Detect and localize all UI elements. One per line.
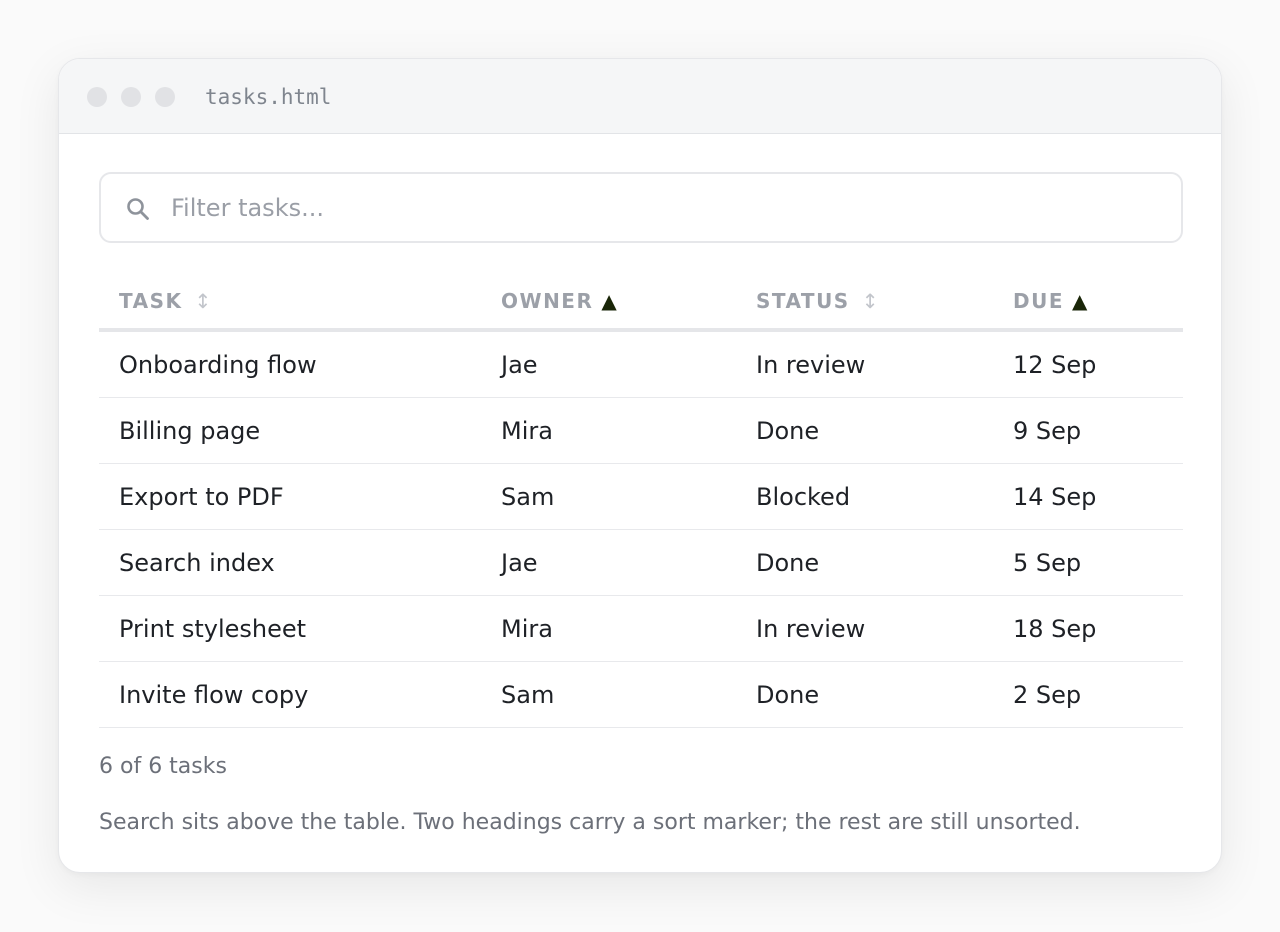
column-header-label: OWNER	[501, 288, 594, 313]
cell-task: Search index	[99, 529, 481, 596]
column-header-label: DUE	[1013, 288, 1065, 313]
window-minimize-dot[interactable]	[121, 87, 141, 107]
column-header-label: TASK	[119, 288, 183, 313]
sort-unsorted-icon: ↕	[861, 288, 879, 313]
cell-owner: Mira	[481, 397, 736, 464]
table-row: Print stylesheet Mira In review 18 Sep	[99, 595, 1183, 662]
column-header-label: STATUS	[756, 288, 850, 313]
cell-status: Done	[736, 529, 993, 596]
column-header-task[interactable]: TASK ↕	[99, 273, 481, 332]
sort-ascending-icon: ▲	[601, 288, 617, 313]
browser-window: tasks.html TASK ↕ OWNER ▲ STATUS ↕	[58, 58, 1222, 873]
window-close-dot[interactable]	[87, 87, 107, 107]
footer-note: Search sits above the table. Two heading…	[99, 810, 1081, 835]
cell-task: Invite flow copy	[99, 661, 481, 728]
cell-task: Print stylesheet	[99, 595, 481, 662]
task-count: 6 of 6 tasks	[99, 754, 227, 779]
page-content: TASK ↕ OWNER ▲ STATUS ↕ DUE ▲ Onboarding flo…	[99, 172, 1183, 838]
cell-due: 12 Sep	[993, 330, 1183, 398]
cell-status: Done	[736, 661, 993, 728]
cell-task: Onboarding flow	[99, 330, 481, 398]
table-row: Invite flow copy Sam Done 2 Sep	[99, 661, 1183, 728]
cell-owner: Sam	[481, 463, 736, 530]
table-row: Billing page Mira Done 9 Sep	[99, 397, 1183, 464]
cell-status: Blocked	[736, 463, 993, 530]
search-input[interactable]	[171, 174, 1151, 241]
cell-owner: Jae	[481, 330, 736, 398]
cell-due: 5 Sep	[993, 529, 1183, 596]
table-header-row: TASK ↕ OWNER ▲ STATUS ↕ DUE ▲	[99, 273, 1183, 332]
column-header-owner[interactable]: OWNER ▲	[481, 273, 736, 332]
tasks-table: TASK ↕ OWNER ▲ STATUS ↕ DUE ▲ Onboarding flo…	[99, 273, 1183, 728]
cell-owner: Mira	[481, 595, 736, 662]
window-titlebar: tasks.html	[59, 59, 1221, 134]
table-row: Onboarding flow Jae In review 12 Sep	[99, 330, 1183, 398]
cell-owner: Jae	[481, 529, 736, 596]
search-box[interactable]	[99, 172, 1183, 243]
cell-task: Export to PDF	[99, 463, 481, 530]
cell-due: 14 Sep	[993, 463, 1183, 530]
cell-due: 2 Sep	[993, 661, 1183, 728]
table-row: Export to PDF Sam Blocked 14 Sep	[99, 463, 1183, 530]
window-filename: tasks.html	[205, 85, 332, 109]
cell-status: In review	[736, 330, 993, 398]
sort-ascending-icon: ▲	[1072, 288, 1088, 313]
sort-unsorted-icon: ↕	[194, 288, 212, 313]
column-header-status[interactable]: STATUS ↕	[736, 273, 993, 332]
cell-status: In review	[736, 595, 993, 662]
window-zoom-dot[interactable]	[155, 87, 175, 107]
cell-status: Done	[736, 397, 993, 464]
cell-due: 18 Sep	[993, 595, 1183, 662]
table-row: Search index Jae Done 5 Sep	[99, 529, 1183, 596]
cell-due: 9 Sep	[993, 397, 1183, 464]
search-icon	[127, 198, 149, 220]
column-header-due[interactable]: DUE ▲	[993, 273, 1183, 332]
cell-owner: Sam	[481, 661, 736, 728]
cell-task: Billing page	[99, 397, 481, 464]
